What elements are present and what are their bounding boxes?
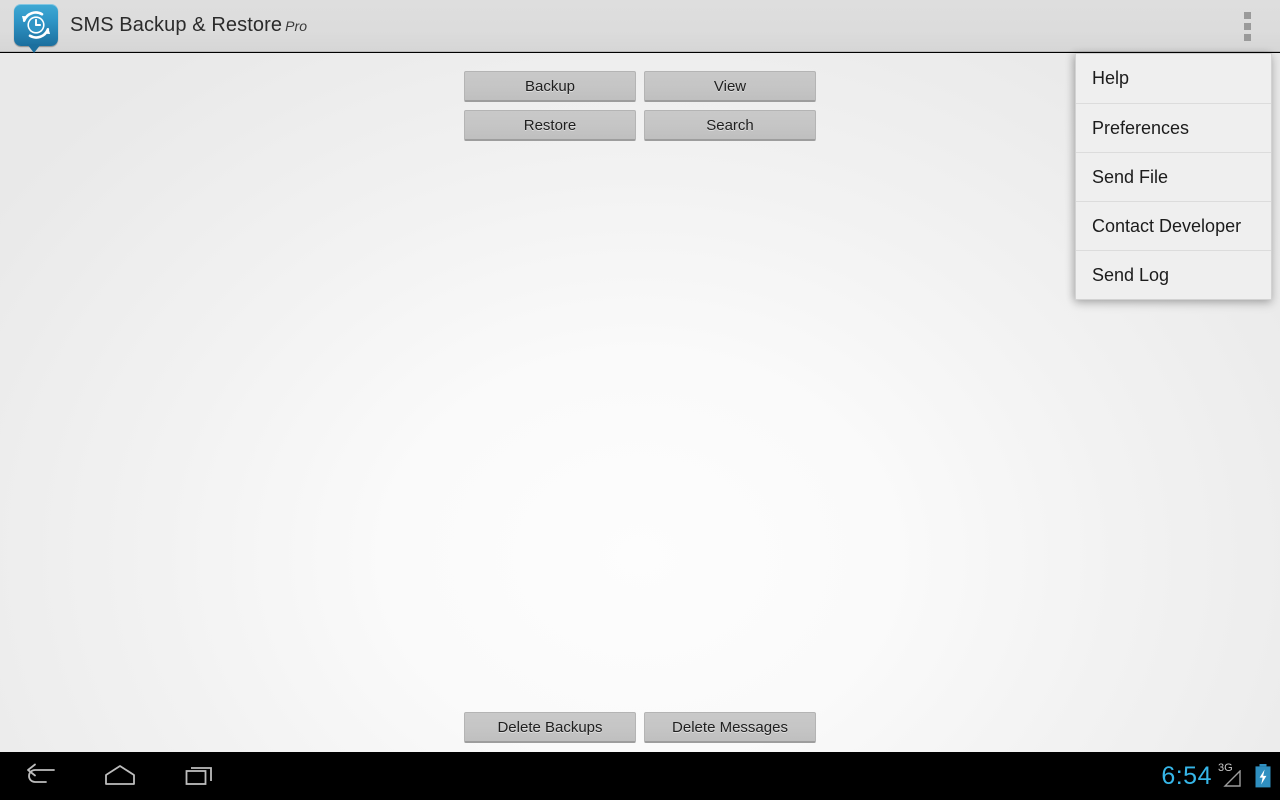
search-button[interactable]: Search (644, 110, 816, 141)
navigation-keys (0, 752, 240, 800)
app-icon (14, 3, 58, 53)
battery-charging-icon (1255, 764, 1271, 788)
primary-action-buttons: Backup View Restore Search (464, 71, 816, 141)
overflow-menu-icon[interactable] (1224, 0, 1270, 52)
status-indicators: 6:54 3G (1161, 752, 1272, 800)
delete-backups-button[interactable]: Delete Backups (464, 712, 636, 743)
back-arrow-glyph (27, 763, 55, 783)
home-icon[interactable] (80, 752, 160, 800)
restore-button[interactable]: Restore (464, 110, 636, 141)
menu-item-help[interactable]: Help (1076, 54, 1271, 103)
status-clock: 6:54 (1161, 761, 1212, 790)
menu-item-contact-developer[interactable]: Contact Developer (1076, 201, 1271, 250)
backup-button[interactable]: Backup (464, 71, 636, 102)
app-title-text: SMS Backup & Restore (70, 14, 283, 36)
signal-triangle-icon: 3G (1218, 762, 1247, 789)
recent-apps-glyph (185, 767, 212, 785)
menu-item-send-log[interactable]: Send Log (1076, 250, 1271, 299)
device-screen: SMS Backup & Restore Pro Backup View Rest… (0, 0, 1280, 800)
app-title-pro-badge: Pro (285, 18, 308, 34)
delete-messages-button[interactable]: Delete Messages (644, 712, 816, 743)
menu-item-send-file[interactable]: Send File (1076, 152, 1271, 201)
view-button[interactable]: View (644, 71, 816, 102)
recent-apps-icon[interactable] (160, 752, 240, 800)
clock-refresh-icon (22, 10, 50, 39)
system-navigation-bar: 6:54 3G (0, 752, 1280, 800)
overflow-dropdown-menu: Help Preferences Send File Contact Devel… (1075, 53, 1272, 300)
app-title: SMS Backup & Restore Pro (70, 14, 307, 37)
home-glyph (105, 765, 135, 785)
action-bar: SMS Backup & Restore Pro (0, 0, 1280, 54)
back-arrow-icon[interactable] (0, 752, 80, 800)
signal-triangle-glyph (1223, 770, 1241, 787)
menu-item-preferences[interactable]: Preferences (1076, 103, 1271, 152)
delete-action-buttons: Delete Backups Delete Messages (464, 712, 816, 743)
